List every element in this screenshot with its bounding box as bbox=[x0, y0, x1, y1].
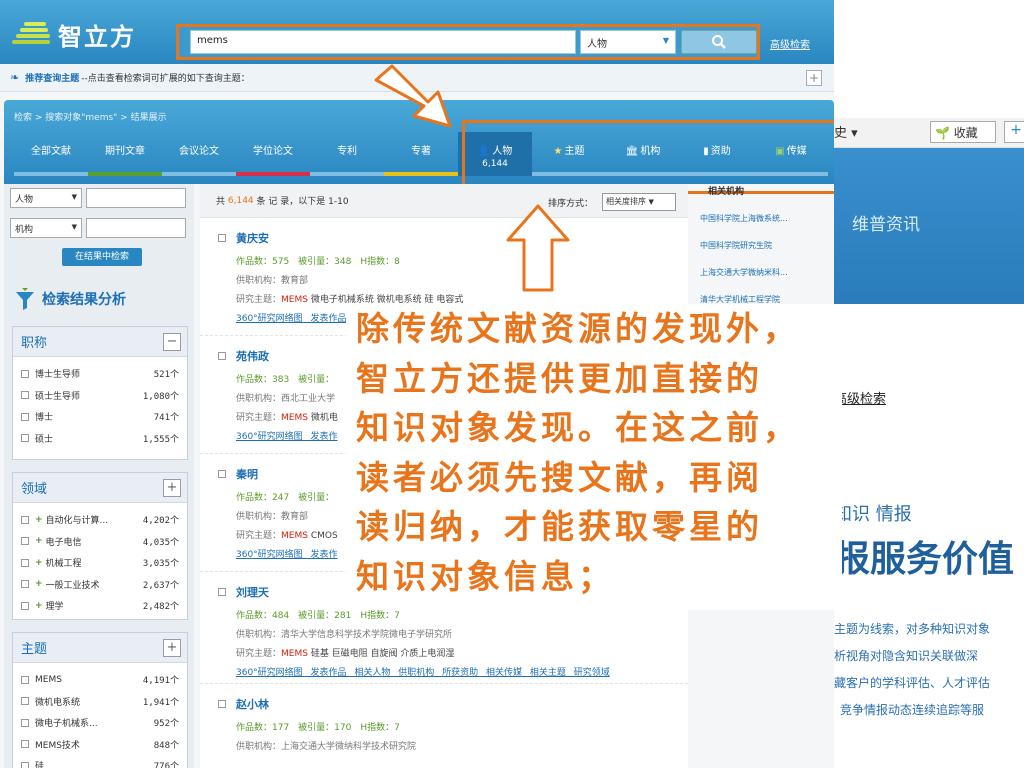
callout-box: 除传统文献资源的发现外， 智立方还提供更加直接的 知识对象发现。在这之前， 读者… bbox=[346, 304, 842, 610]
callout-line: 知识对象发现。在这之前， bbox=[356, 408, 800, 447]
diagonal-arrow-icon bbox=[374, 64, 452, 128]
up-arrow-icon bbox=[506, 204, 570, 292]
callout-line: 智立方还提供更加直接的 bbox=[356, 358, 763, 398]
callout-line: 读者必须先搜文献，再阅 bbox=[356, 457, 763, 497]
callout-line: 除传统文献资源的发现外， bbox=[356, 309, 800, 348]
callout-line: 知识对象信息； bbox=[356, 556, 615, 596]
callout-line: 读归纳，才能获取零星的 bbox=[356, 507, 763, 546]
